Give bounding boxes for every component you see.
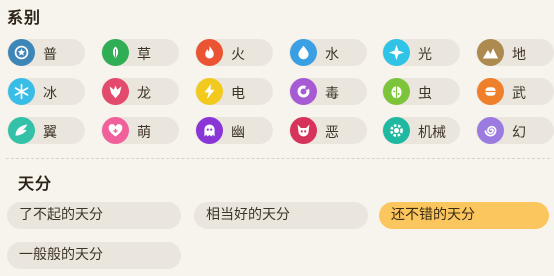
demon-icon	[290, 117, 317, 144]
talent-option-3[interactable]: 还不错的天分	[379, 202, 549, 229]
type-filter-7[interactable]: 冰	[7, 78, 85, 105]
type-label: 萌	[137, 125, 151, 141]
type-filter-14[interactable]: 萌	[101, 117, 179, 144]
type-label: 龙	[137, 86, 151, 102]
type-filter-2[interactable]: 草	[101, 39, 179, 66]
type-filter-5[interactable]: 光	[382, 39, 460, 66]
type-filter-3[interactable]: 火	[195, 39, 273, 66]
leaf-icon	[102, 39, 129, 66]
dragon-icon	[102, 78, 129, 105]
fist-icon	[477, 78, 504, 105]
type-filter-18[interactable]: 幻	[476, 117, 554, 144]
water-drop-icon	[290, 39, 317, 66]
type-filter-17[interactable]: 机械	[382, 117, 460, 144]
type-label: 光	[418, 47, 432, 63]
types-section-title: 系别	[7, 8, 42, 27]
type-label: 火	[231, 47, 245, 63]
type-filter-1[interactable]: 普	[7, 39, 85, 66]
type-filter-6[interactable]: 地	[476, 39, 554, 66]
type-label: 冰	[43, 86, 57, 102]
lightning-icon	[196, 78, 223, 105]
talent-section-title: 天分	[18, 174, 53, 193]
light-star-icon	[383, 39, 410, 66]
snowflake-icon	[8, 78, 35, 105]
poison-icon	[290, 78, 317, 105]
type-label: 地	[512, 47, 526, 63]
mountain-icon	[477, 39, 504, 66]
type-label: 幽	[231, 125, 245, 141]
type-filter-10[interactable]: 毒	[289, 78, 367, 105]
type-label: 恶	[325, 125, 339, 141]
type-label: 毒	[325, 86, 339, 102]
type-filter-4[interactable]: 水	[289, 39, 367, 66]
type-filter-15[interactable]: 幽	[195, 117, 273, 144]
talent-option-4[interactable]: 一般般的天分	[7, 242, 181, 269]
type-label: 电	[231, 86, 245, 102]
heart-icon	[102, 117, 129, 144]
type-label: 幻	[512, 125, 526, 141]
type-filter-9[interactable]: 电	[195, 78, 273, 105]
bug-icon	[383, 78, 410, 105]
wing-icon	[8, 117, 35, 144]
type-filter-8[interactable]: 龙	[101, 78, 179, 105]
type-label: 机械	[418, 125, 446, 141]
section-divider	[6, 158, 550, 159]
type-filter-11[interactable]: 虫	[382, 78, 460, 105]
gear-icon	[383, 117, 410, 144]
talent-option-2[interactable]: 相当好的天分	[194, 202, 368, 229]
type-label: 普	[43, 47, 57, 63]
type-label: 虫	[418, 86, 432, 102]
type-label: 武	[512, 86, 526, 102]
spiral-icon	[477, 117, 504, 144]
type-filter-12[interactable]: 武	[476, 78, 554, 105]
talent-option-1[interactable]: 了不起的天分	[7, 202, 181, 229]
type-filter-13[interactable]: 翼	[7, 117, 85, 144]
flame-icon	[196, 39, 223, 66]
star-icon	[8, 39, 35, 66]
ghost-icon	[196, 117, 223, 144]
type-label: 翼	[43, 125, 57, 141]
type-filter-16[interactable]: 恶	[289, 117, 367, 144]
type-label: 草	[137, 47, 151, 63]
type-label: 水	[325, 47, 339, 63]
